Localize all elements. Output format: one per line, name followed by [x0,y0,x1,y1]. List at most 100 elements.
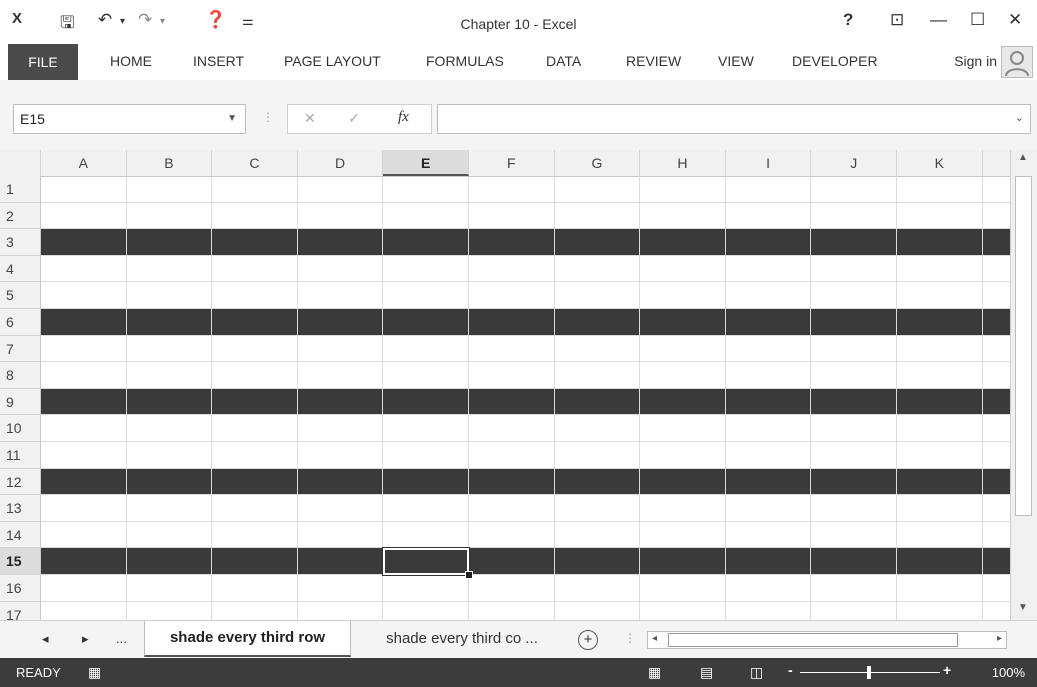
column-header-h[interactable]: H [640,150,726,176]
column-header-j[interactable]: J [811,150,897,176]
table-row[interactable] [41,282,1010,309]
tab-insert[interactable]: INSERT [193,53,244,69]
add-sheet-button[interactable]: + [578,630,598,650]
table-row[interactable] [41,575,1010,602]
row-header-16[interactable]: 16 [0,575,41,602]
ribbon-display-options-icon[interactable]: ⊡ [890,10,904,30]
prev-sheet-icon[interactable]: ◂ [42,631,49,647]
row-header-4[interactable]: 4 [0,255,41,283]
cancel-icon[interactable]: ✕ [304,110,316,127]
sign-in-link[interactable]: Sign in [954,53,997,69]
table-row[interactable] [41,203,1010,230]
table-row[interactable] [41,336,1010,363]
sheet-tab-shade-every-third-column[interactable]: shade every third co ... [362,621,562,657]
scroll-up-icon[interactable]: ▲ [1018,152,1028,163]
tab-view[interactable]: VIEW [718,53,754,69]
select-all-corner[interactable] [0,150,41,176]
tab-splitter-icon[interactable]: ⋮ [624,631,636,645]
table-row[interactable] [41,229,1010,256]
column-header-d[interactable]: D [298,150,384,176]
sheet-tab-shade-every-third-row[interactable]: shade every third row [144,621,351,657]
table-row[interactable] [41,256,1010,283]
insert-function-icon[interactable]: fx [398,109,409,126]
row-header-11[interactable]: 11 [0,442,41,469]
macro-recording-icon[interactable]: ▦ [88,664,101,681]
row-header-13[interactable]: 13 [0,495,41,522]
expand-formula-icon[interactable]: ⌄ [1015,111,1024,124]
scroll-down-icon[interactable]: ▼ [1018,602,1028,613]
row-header-1[interactable]: 1 [0,176,41,203]
column-header-i[interactable]: I [726,150,812,176]
row-header-7[interactable]: 7 [0,335,41,363]
column-header-b[interactable]: B [127,150,213,176]
tab-review[interactable]: REVIEW [626,53,681,69]
page-layout-view-icon[interactable]: ▤ [700,664,713,681]
table-row[interactable] [41,602,1010,620]
column-header-g[interactable]: G [555,150,641,176]
table-row[interactable] [41,468,1010,496]
name-box[interactable]: E15 ▼ [13,104,246,134]
tab-home[interactable]: HOME [110,53,152,69]
tab-formulas[interactable]: FORMULAS [426,53,504,69]
column-header-c[interactable]: C [212,150,298,176]
status-ready: READY [16,665,61,680]
row-header-8[interactable]: 8 [0,362,41,389]
row-header-12[interactable]: 12 [0,468,41,496]
zoom-slider-thumb[interactable] [867,666,871,679]
zoom-level[interactable]: 100% [992,665,1025,680]
help-button[interactable]: ? [843,10,853,30]
maximize-button[interactable]: ☐ [970,10,985,30]
horizontal-scroll-thumb[interactable] [668,633,958,647]
tab-data[interactable]: DATA [546,53,581,69]
normal-view-icon[interactable]: ▦ [648,664,661,681]
tab-file[interactable]: FILE [8,44,78,80]
zoom-out-button[interactable]: - [788,662,793,678]
status-bar: READY ▦ ▦ ▤ ◫ - + 100% [0,658,1037,687]
row-header-15[interactable]: 15 [0,548,41,575]
sheet-tab-bar: ◂ ▸ ... shade every third row shade ever… [0,620,1037,659]
table-row[interactable] [41,176,1010,203]
table-row[interactable] [41,522,1010,549]
row-header-3[interactable]: 3 [0,229,41,256]
table-row[interactable] [41,362,1010,389]
fill-handle[interactable] [465,571,473,579]
table-row[interactable] [41,388,1010,416]
horizontal-scrollbar[interactable]: ◂ ▸ [647,631,1007,649]
row-header-5[interactable]: 5 [0,282,41,309]
chevron-down-icon[interactable]: ▼ [227,105,237,133]
scroll-left-icon[interactable]: ◂ [652,633,657,644]
column-header-a[interactable]: A [41,150,127,176]
more-sheets-button[interactable]: ... [116,631,127,646]
user-avatar-icon[interactable] [1001,46,1033,78]
tab-developer[interactable]: DEVELOPER [792,53,878,69]
tab-page-layout[interactable]: PAGE LAYOUT [284,53,381,69]
row-header-10[interactable]: 10 [0,415,41,442]
row-header-2[interactable]: 2 [0,202,41,230]
active-cell[interactable] [382,547,470,576]
page-break-view-icon[interactable]: ◫ [750,664,763,681]
formula-input[interactable]: ⌄ [437,104,1031,134]
column-header-e[interactable]: E [383,150,469,176]
minimize-button[interactable]: — [930,10,947,30]
table-row[interactable] [41,495,1010,522]
table-row[interactable] [41,442,1010,469]
vertical-scrollbar[interactable]: ▲ ▼ [1010,150,1037,620]
row-header-9[interactable]: 9 [0,388,41,416]
scroll-right-icon[interactable]: ▸ [997,633,1002,644]
close-button[interactable]: ✕ [1008,10,1022,30]
table-row[interactable] [41,548,1010,575]
next-sheet-icon[interactable]: ▸ [82,631,89,647]
vertical-scroll-thumb[interactable] [1015,176,1032,516]
column-header-f[interactable]: F [469,150,555,176]
name-box-value: E15 [20,111,45,127]
row-header-17[interactable]: 17 [0,601,41,620]
enter-icon[interactable]: ✓ [348,110,360,127]
row-header-6[interactable]: 6 [0,309,41,336]
table-row[interactable] [41,415,1010,442]
column-gridline [639,176,641,620]
column-header-k[interactable]: K [897,150,983,176]
zoom-in-button[interactable]: + [943,662,951,678]
spreadsheet-grid: ABCDEFGHIJK 1 2 3 4 5 6 7 8 9 10 11 12 13 14 15 16 17 [0,150,1010,620]
table-row[interactable] [41,309,1010,336]
row-header-14[interactable]: 14 [0,521,41,549]
